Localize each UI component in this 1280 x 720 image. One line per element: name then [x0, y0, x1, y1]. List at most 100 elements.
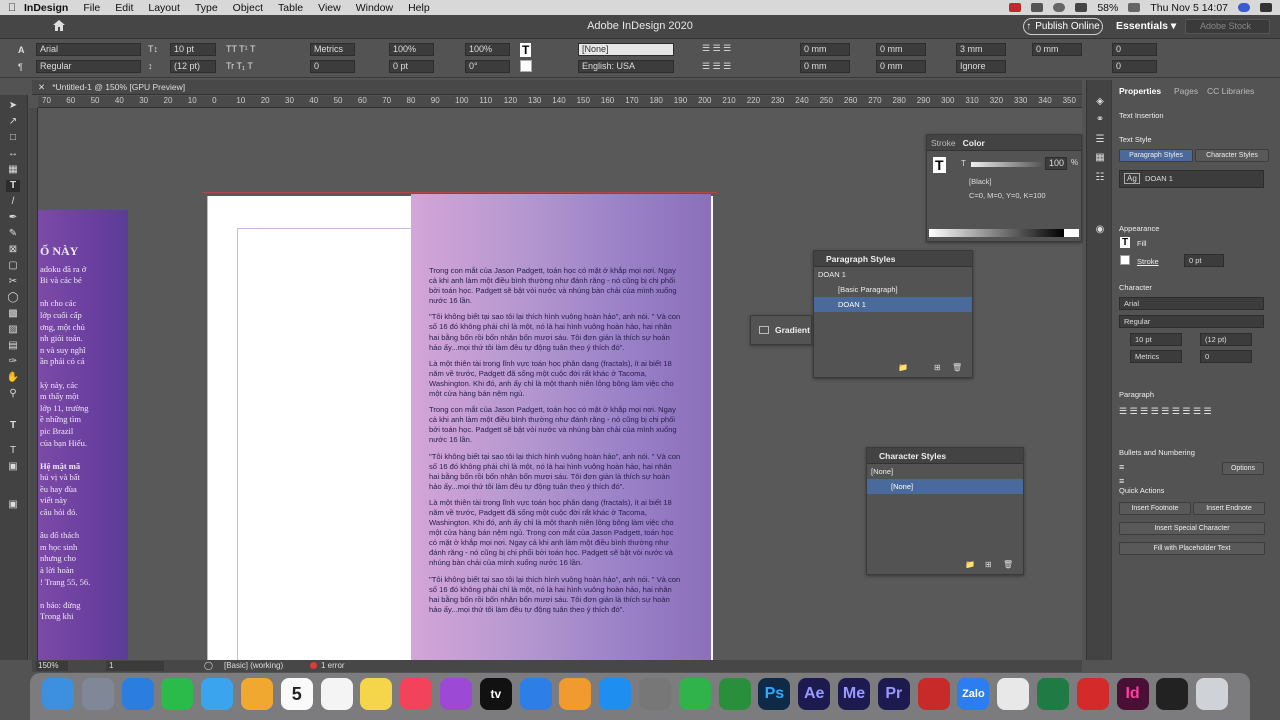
screen-mode-icon[interactable]: ▣: [6, 499, 20, 511]
font-style-select[interactable]: Regular: [36, 60, 141, 73]
note-tool-icon[interactable]: ▤: [6, 340, 20, 352]
record-icon[interactable]: [1009, 3, 1022, 12]
premiere-icon[interactable]: Pr: [877, 678, 910, 710]
bullet-list-icon[interactable]: ≡: [1119, 462, 1124, 472]
finder-icon[interactable]: [42, 678, 74, 710]
battery-icon[interactable]: [1128, 3, 1141, 12]
leading-field[interactable]: (12 pt): [170, 60, 216, 73]
cc-libraries-icon[interactable]: ☷: [1093, 172, 1107, 184]
options-button[interactable]: Options: [1222, 462, 1264, 475]
fill-placeholder-button[interactable]: Fill with Placeholder Text: [1119, 542, 1265, 555]
menu-edit[interactable]: Edit: [115, 2, 133, 14]
vertical-scale-field[interactable]: 100%: [389, 43, 434, 56]
formatting-affects-text-icon[interactable]: T: [6, 445, 20, 457]
swatches-icon[interactable]: ▦: [1093, 152, 1107, 164]
align-left-icon[interactable]: ☰ ☰ ☰: [702, 43, 731, 54]
paragraph-style-select[interactable]: DOAN 1: [1119, 170, 1264, 188]
delete-char-style-icon[interactable]: 🗑: [1003, 560, 1013, 569]
publish-online-button[interactable]: ↑ Publish Online: [1023, 18, 1103, 35]
new-group-icon[interactable]: 📁: [898, 363, 908, 372]
character-style-select[interactable]: [None]: [578, 43, 674, 56]
reminders-icon[interactable]: [320, 678, 353, 710]
rectangle-frame-icon[interactable]: ⊠: [6, 244, 20, 256]
small-caps-icon[interactable]: Tr T₁ T: [226, 61, 253, 71]
siri-icon[interactable]: [1238, 3, 1250, 12]
workspace-switcher[interactable]: Essentials ▾: [1116, 20, 1176, 32]
paragraph-align-icons[interactable]: ☰ ☰ ☰ ☰ ☰ ☰ ☰ ☰ ☰: [1119, 406, 1212, 417]
new-char-group-icon[interactable]: 📁: [965, 560, 975, 569]
app-menu[interactable]: InDesign: [24, 2, 68, 14]
tv-icon[interactable]: tv: [479, 678, 512, 710]
properties-kerning-field[interactable]: Metrics: [1130, 350, 1182, 363]
properties-style-select[interactable]: Regular: [1119, 315, 1264, 328]
rectangle-tool-icon[interactable]: ▢: [6, 260, 20, 272]
direct-selection-icon[interactable]: ↗: [6, 116, 20, 128]
properties-tracking-field[interactable]: 0: [1200, 350, 1252, 363]
numbers-icon[interactable]: [678, 678, 711, 710]
stroke-panel-icon[interactable]: ☰: [1093, 134, 1107, 146]
left-indent-field[interactable]: 0 mm: [800, 43, 850, 56]
gradient-feather-icon[interactable]: ▨: [6, 324, 20, 336]
delete-style-icon[interactable]: 🗑: [952, 363, 962, 372]
media-encoder-icon[interactable]: Me: [838, 678, 870, 710]
gradient-panel[interactable]: Gradient: [750, 315, 812, 345]
layers-icon[interactable]: ◈: [1093, 96, 1107, 108]
dropcap-chars-field[interactable]: 0: [1112, 60, 1157, 73]
battery-indicator-icon[interactable]: [1075, 3, 1088, 12]
properties-font-select[interactable]: Arial: [1119, 297, 1264, 310]
properties-leading-field[interactable]: (12 pt): [1200, 333, 1252, 346]
clock[interactable]: Thu Nov 5 14:07: [1150, 2, 1228, 14]
stroke-swatch-icon[interactable]: [520, 60, 532, 72]
type-tool-icon[interactable]: T: [6, 180, 20, 192]
vertical-ruler[interactable]: [29, 108, 38, 660]
paragraph-styles-toggle[interactable]: Paragraph Styles: [1119, 149, 1193, 162]
color-panel-icon[interactable]: ◉: [1093, 224, 1107, 236]
new-style-icon[interactable]: ⊞: [934, 363, 941, 372]
zoom-field[interactable]: 150%: [36, 661, 68, 671]
apple-menu-icon[interactable]: : [0, 2, 24, 14]
menu-list-icon[interactable]: [1260, 3, 1272, 12]
keynote-icon[interactable]: [519, 678, 552, 710]
cloud-icon[interactable]: [1053, 3, 1066, 12]
after-effects-icon[interactable]: Ae: [798, 678, 831, 710]
space-after-field[interactable]: 0 mm: [1032, 43, 1082, 56]
messages-icon[interactable]: [201, 678, 234, 710]
horizontal-ruler[interactable]: 70 60 50 40 30 20 10 0 10 20 30 40 50 60 70 80 90 100 110 1…: [38, 96, 1082, 108]
kerning-field[interactable]: Metrics: [310, 43, 355, 56]
numbers2-icon[interactable]: [718, 678, 751, 710]
pages-icon[interactable]: [559, 678, 592, 710]
stroke-tab[interactable]: Stroke: [931, 138, 956, 148]
fill-label[interactable]: Fill: [1137, 239, 1147, 248]
text-frame[interactable]: Trong con mắt của Jason Padgett, toán họ…: [429, 266, 682, 658]
menu-view[interactable]: View: [318, 2, 341, 14]
selection-tool-icon[interactable]: ➤: [6, 100, 20, 112]
pen-tool-icon[interactable]: ✒: [6, 212, 20, 224]
free-transform-icon[interactable]: ◯: [6, 292, 20, 304]
photoshop-icon[interactable]: Ps: [758, 678, 791, 710]
hand-tool-icon[interactable]: ✋: [6, 372, 20, 384]
text-fill-icon[interactable]: T: [520, 43, 532, 57]
language-select[interactable]: English: USA: [578, 60, 674, 73]
pencil-tool-icon[interactable]: ✎: [6, 228, 20, 240]
acrobat-icon[interactable]: [917, 678, 950, 710]
zoom-tool-icon[interactable]: ⚲: [6, 388, 20, 400]
preflight-profile[interactable]: [Basic] (working): [224, 661, 283, 670]
fill-proxy-icon[interactable]: T: [933, 157, 946, 173]
character-styles-toggle[interactable]: Character Styles: [1195, 149, 1269, 162]
color-tab[interactable]: Color: [963, 138, 985, 148]
gap-tool-icon[interactable]: ↔: [6, 148, 20, 160]
new-char-style-icon[interactable]: ⊞: [985, 560, 992, 569]
menu-help[interactable]: Help: [408, 2, 430, 14]
menu-object[interactable]: Object: [233, 2, 263, 14]
page-field[interactable]: 1: [106, 661, 164, 671]
numbered-list-icon[interactable]: ≡: [1119, 476, 1124, 486]
tab-properties[interactable]: Properties: [1119, 86, 1161, 96]
first-line-indent-field[interactable]: 0 mm: [876, 43, 926, 56]
justify-icon[interactable]: ☰ ☰ ☰: [702, 61, 731, 72]
tracking-field[interactable]: 0: [310, 60, 355, 73]
preflight-icon[interactable]: ◯: [204, 661, 213, 670]
right-indent-field[interactable]: 0 mm: [800, 60, 850, 73]
style-basic-paragraph[interactable]: [Basic Paragraph]: [814, 282, 972, 297]
eyedropper-icon[interactable]: ✑: [6, 356, 20, 368]
space-before-field[interactable]: 3 mm: [956, 43, 1006, 56]
